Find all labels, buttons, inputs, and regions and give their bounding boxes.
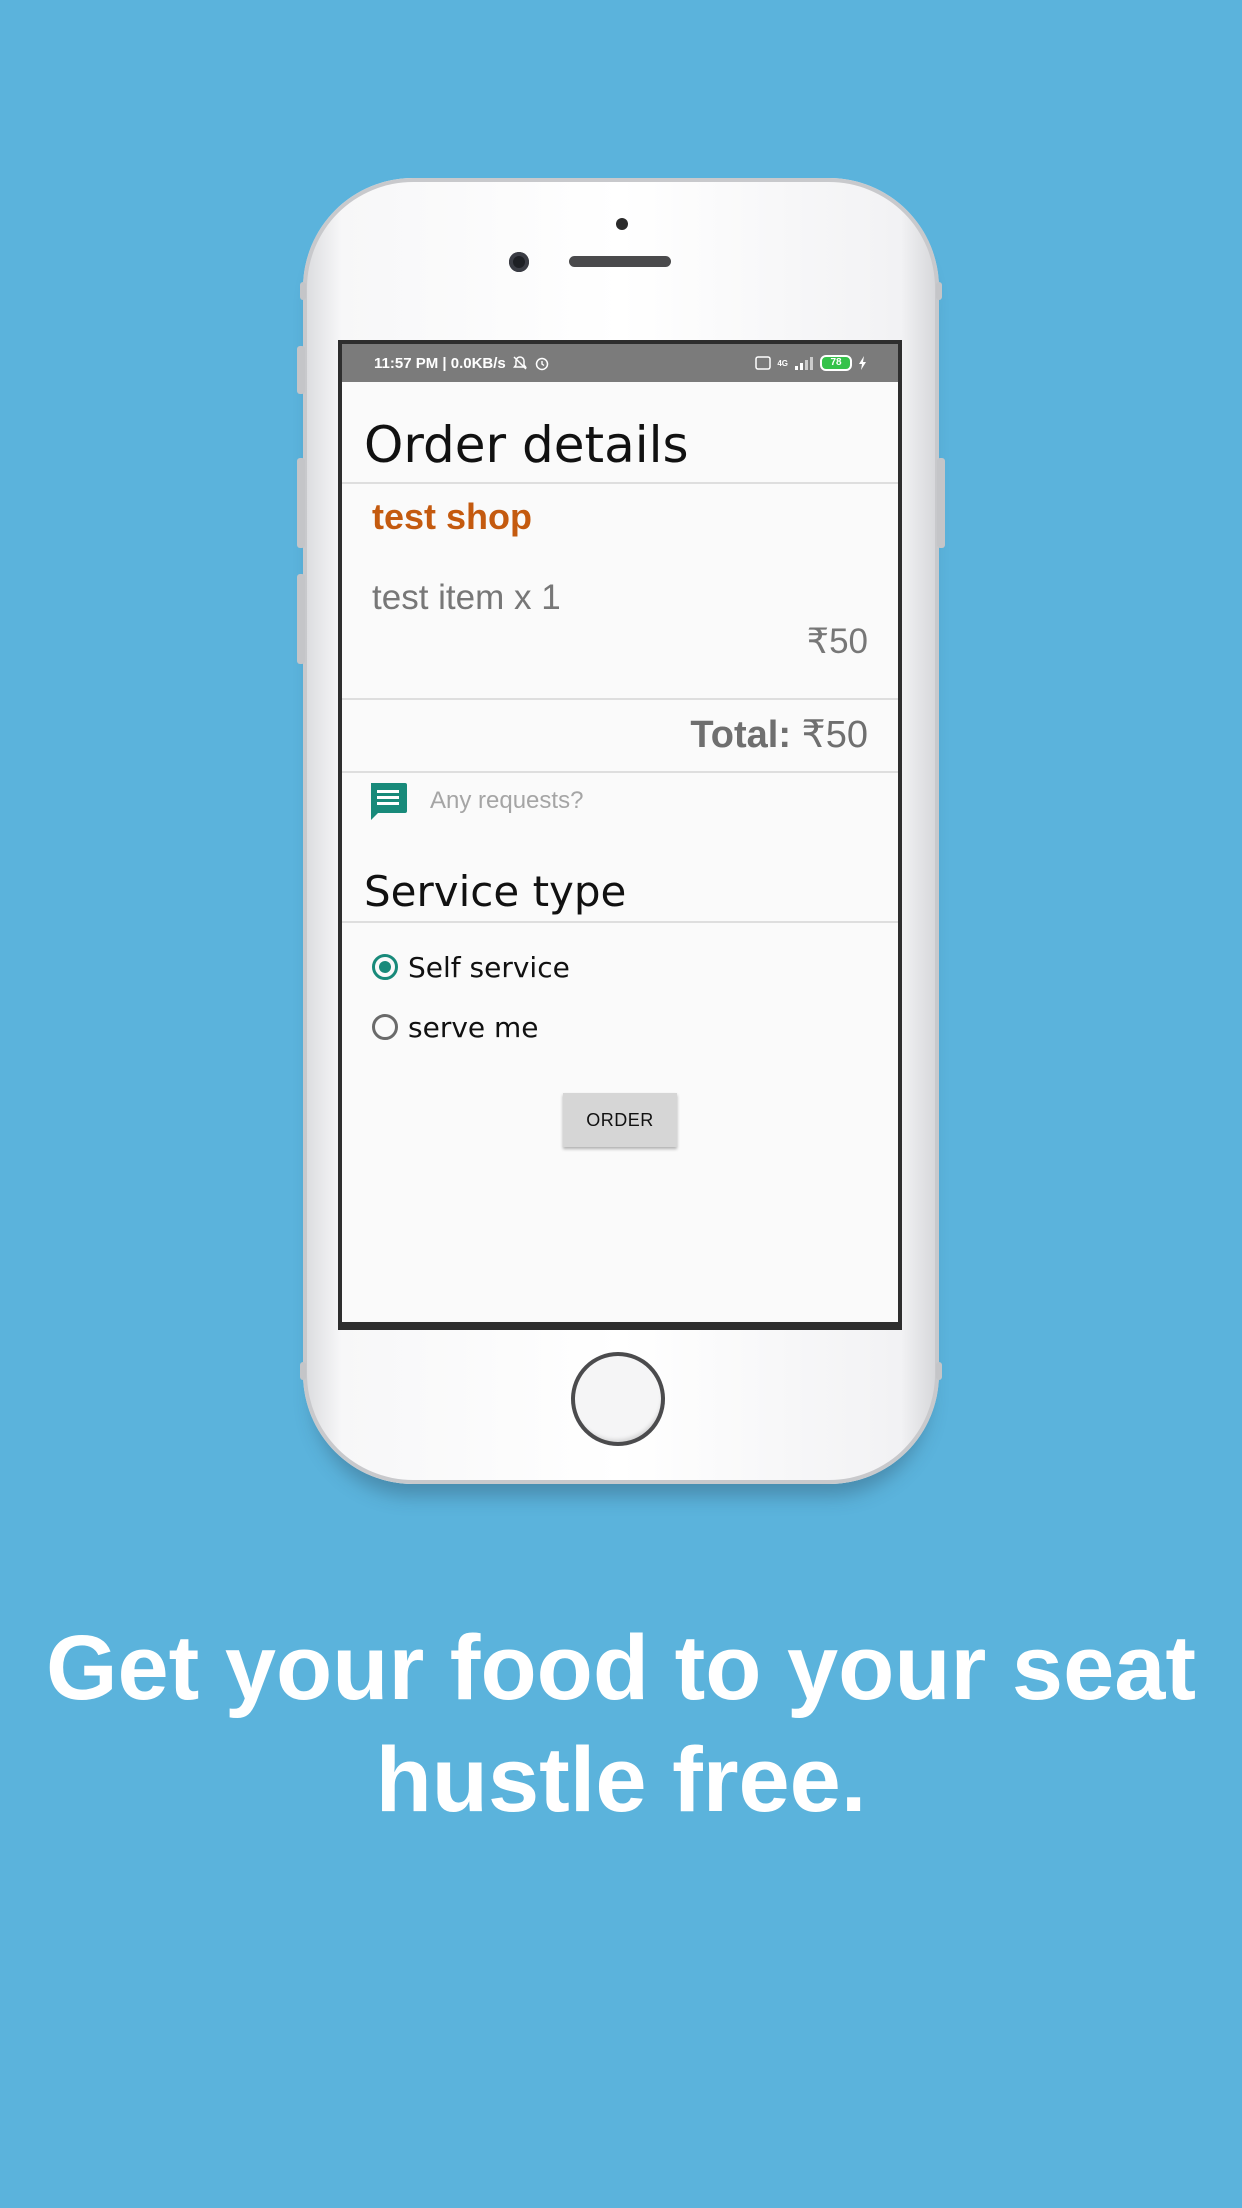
- message-icon: [371, 783, 407, 820]
- earpiece-speaker: [569, 256, 671, 267]
- signal-icon: [795, 357, 813, 370]
- phone-antenna-line: [300, 282, 306, 300]
- network-type: 4G: [777, 358, 788, 368]
- tagline-line-2: hustle free.: [375, 1729, 867, 1831]
- phone-volume-up: [297, 458, 305, 548]
- radio-button-selected[interactable]: [372, 954, 398, 980]
- home-button[interactable]: [571, 1352, 665, 1446]
- shop-name: test shop: [372, 496, 533, 537]
- volte-icon: [755, 356, 772, 370]
- phone-side-button: [297, 346, 305, 394]
- service-option-self-service[interactable]: Self service: [342, 937, 898, 997]
- order-item-price: ₹50: [806, 622, 868, 661]
- phone-antenna-line: [936, 282, 942, 300]
- phone-antenna-line: [300, 1362, 306, 1380]
- phone-volume-down: [297, 574, 305, 664]
- service-type-heading: Service type: [364, 867, 627, 916]
- total-label: Total:: [690, 714, 791, 756]
- status-time-speed: 11:57 PM | 0.0KB/s: [374, 354, 506, 372]
- charging-icon: [859, 356, 866, 370]
- service-option-label: Self service: [408, 950, 570, 984]
- page-title: Order details: [364, 416, 689, 474]
- order-button[interactable]: ORDER: [563, 1093, 677, 1147]
- service-option-serve-me[interactable]: serve me: [342, 997, 898, 1057]
- proximity-sensor: [616, 218, 628, 230]
- promo-tagline: Get your food to your seat hustle free.: [0, 1612, 1242, 1836]
- front-camera: [509, 252, 529, 272]
- status-bar: 11:57 PM | 0.0KB/s 4G 78: [342, 344, 898, 382]
- phone-power-button: [937, 458, 945, 548]
- phone-antenna-line: [936, 1362, 942, 1380]
- alarm-icon: [535, 357, 549, 371]
- radio-button[interactable]: [372, 1014, 398, 1040]
- total-value: ₹50: [801, 714, 868, 756]
- order-total: Total: ₹50: [342, 700, 898, 771]
- service-option-label: serve me: [408, 1010, 539, 1044]
- tagline-line-1: Get your food to your seat: [45, 1617, 1197, 1719]
- phone-mockup: 11:57 PM | 0.0KB/s 4G 78 Order details t…: [297, 178, 945, 1484]
- phone-screen: 11:57 PM | 0.0KB/s 4G 78 Order details t…: [338, 340, 902, 1330]
- battery-icon: 78: [820, 355, 852, 371]
- order-item-line: test item x 1: [372, 578, 561, 617]
- requests-row: [342, 773, 898, 825]
- notifications-off-icon: [512, 356, 527, 370]
- requests-input[interactable]: [428, 786, 812, 816]
- order-details-screen: Order details test shop test item x 1 ₹5…: [342, 382, 898, 1322]
